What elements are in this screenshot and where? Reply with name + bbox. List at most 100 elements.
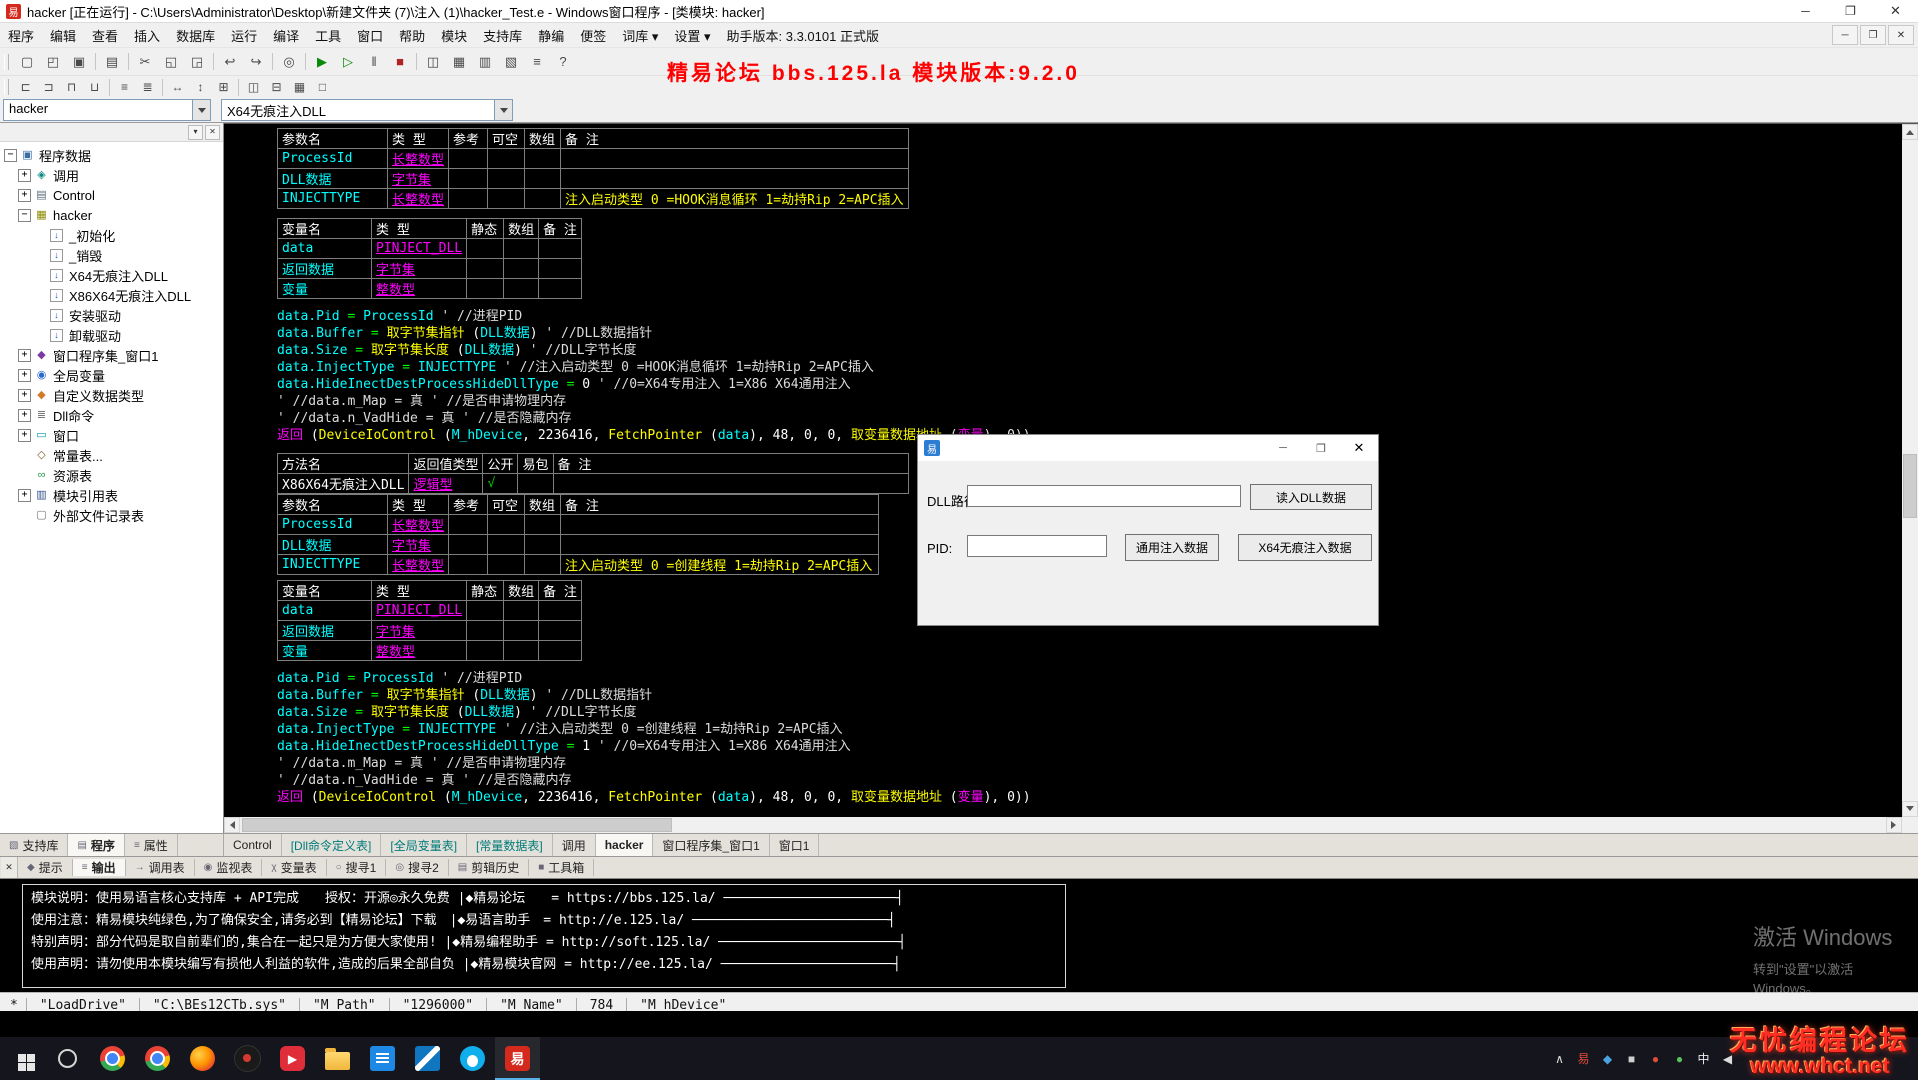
panel-tab-program[interactable]: ▤程序: [68, 834, 124, 856]
menu-item[interactable]: 程序: [0, 23, 42, 47]
vscode[interactable]: [405, 1037, 450, 1080]
menu-item[interactable]: 运行: [223, 23, 265, 47]
scroll-left-button[interactable]: [224, 817, 240, 833]
document-tab-diaoyong[interactable]: 调用: [553, 834, 596, 856]
maximize-button[interactable]: ❐: [1828, 0, 1873, 22]
expand-icon[interactable]: +: [18, 349, 31, 362]
redo-button[interactable]: ↪: [243, 50, 269, 73]
code-line[interactable]: ' //data.m_Map = 真 ' //是否申请物理内存: [277, 755, 1902, 772]
menu-item[interactable]: 查看: [84, 23, 126, 47]
find-button[interactable]: ◎: [276, 50, 302, 73]
code-line[interactable]: data.HideInectDestProcessHideDllType = 0…: [277, 376, 1902, 393]
bottom-tab-search1[interactable]: ○搜寻1: [327, 859, 387, 876]
center-horizontal-button[interactable]: ≡: [113, 77, 136, 97]
mdi-minimize-button[interactable]: ─: [1832, 25, 1858, 45]
code-line[interactable]: data.HideInectDestProcessHideDllType = 1…: [277, 738, 1902, 755]
dialog-minimize-button[interactable]: ─: [1264, 435, 1302, 461]
tray-app-red[interactable]: ●: [1647, 1052, 1664, 1066]
tree-item[interactable]: ↓X64无痕注入DLL: [0, 265, 223, 285]
tree-item[interactable]: +◈调用: [0, 165, 223, 185]
method-combo[interactable]: X64无痕注入DLL: [221, 99, 513, 121]
tray-app-blue[interactable]: ◆: [1599, 1052, 1616, 1066]
code-line[interactable]: data.Pid = ProcessId ' //进程PID: [277, 670, 1902, 687]
panel-close-button[interactable]: ✕: [205, 125, 220, 140]
code-line[interactable]: data.Size = 取字节集长度 (DLL数据) ' //DLL字节长度: [277, 342, 1902, 359]
same-height-button[interactable]: ↕: [189, 77, 212, 97]
qq[interactable]: [450, 1037, 495, 1080]
chrome-browser-2[interactable]: [135, 1037, 180, 1080]
bottom-tab-watch-table[interactable]: ◉监视表: [195, 859, 263, 876]
toolbar-grip[interactable]: [4, 79, 9, 95]
tree-item[interactable]: +◉全局变量: [0, 365, 223, 385]
dialog-maximize-button[interactable]: ❐: [1302, 435, 1340, 461]
expand-icon[interactable]: +: [18, 189, 31, 202]
mdi-close-button[interactable]: ✕: [1888, 25, 1914, 45]
run-button[interactable]: ▶: [309, 50, 335, 73]
x64-inject-button[interactable]: X64无痕注入数据: [1238, 534, 1372, 561]
bottom-tab-output[interactable]: ≡输出: [73, 859, 126, 876]
module-view-button[interactable]: ▧: [498, 50, 524, 73]
tree-item[interactable]: ▢外部文件记录表: [0, 505, 223, 525]
close-button[interactable]: ✕: [1873, 0, 1918, 22]
same-width-button[interactable]: ↔: [166, 77, 189, 97]
menu-item[interactable]: 窗口: [349, 23, 391, 47]
help-button[interactable]: ?: [550, 50, 576, 73]
volume[interactable]: ◀: [1719, 1052, 1736, 1066]
data-table-button[interactable]: ▥: [472, 50, 498, 73]
vertical-scrollbar[interactable]: [1902, 124, 1918, 817]
dialog-close-button[interactable]: ✕: [1340, 435, 1378, 461]
expand-icon[interactable]: +: [18, 389, 31, 402]
tree-item[interactable]: +▤Control: [0, 185, 223, 205]
code-line[interactable]: data.Pid = ProcessId ' //进程PID: [277, 308, 1902, 325]
document-tab-dll-commands[interactable]: [Dll命令定义表]: [282, 834, 382, 856]
search-button[interactable]: [45, 1037, 90, 1080]
menu-item[interactable]: 编辑: [42, 23, 84, 47]
tree-item[interactable]: ↓_初始化: [0, 225, 223, 245]
expand-icon[interactable]: +: [18, 489, 31, 502]
tree-item[interactable]: +◆自定义数据类型: [0, 385, 223, 405]
bring-front-button[interactable]: ◫: [242, 77, 265, 97]
dll-path-input[interactable]: [967, 485, 1241, 507]
tray-elang[interactable]: 易: [1575, 1050, 1592, 1067]
document-tab-winset-window1[interactable]: 窗口程序集_窗口1: [653, 834, 769, 856]
bottom-tab-toolbox[interactable]: ■工具箱: [529, 859, 594, 876]
stop-button[interactable]: ■: [387, 50, 413, 73]
expand-icon[interactable]: +: [18, 429, 31, 442]
list-view-button[interactable]: ≡: [524, 50, 550, 73]
code-line[interactable]: 返回 (DeviceIoControl (M_hDevice, 2236416,…: [277, 789, 1902, 806]
tree-item[interactable]: +▭窗口: [0, 425, 223, 445]
tree-item[interactable]: ↓X86X64无痕注入DLL: [0, 285, 223, 305]
expand-icon[interactable]: +: [18, 169, 31, 182]
vertical-scroll-thumb[interactable]: [1903, 454, 1917, 518]
menu-item[interactable]: 助手版本: 3.3.0101 正式版: [719, 23, 887, 47]
grid-toggle-button[interactable]: ▦: [288, 77, 311, 97]
align-left-button[interactable]: ⊏: [14, 77, 37, 97]
document-tab-global-vars[interactable]: [全局变量表]: [381, 834, 467, 856]
tree-item[interactable]: ↓卸载驱动: [0, 325, 223, 345]
code-grid-button[interactable]: ▦: [446, 50, 472, 73]
dialog-title-bar[interactable]: 易 ─ ❐ ✕: [918, 435, 1378, 461]
scroll-up-button[interactable]: [1902, 124, 1918, 140]
bottom-tab-hints[interactable]: ◆提示: [18, 859, 73, 876]
menu-item[interactable]: 词库 ▾: [614, 23, 666, 47]
document-tab-hacker[interactable]: hacker: [596, 834, 654, 856]
menu-item[interactable]: 工具: [307, 23, 349, 47]
toolbar-grip[interactable]: [4, 54, 9, 70]
collapse-icon[interactable]: −: [18, 209, 31, 222]
undo-button[interactable]: ↩: [217, 50, 243, 73]
file-explorer[interactable]: [315, 1037, 360, 1080]
chrome-browser-1[interactable]: [90, 1037, 135, 1080]
media-player[interactable]: ▶: [270, 1037, 315, 1080]
menu-item[interactable]: 静编: [530, 23, 572, 47]
send-back-button[interactable]: ⊟: [265, 77, 288, 97]
tree-item[interactable]: ↓安装驱动: [0, 305, 223, 325]
document-tab-constants[interactable]: [常量数据表]: [467, 834, 553, 856]
code-line[interactable]: ' //data.n_VadHide = 真 ' //是否隐藏内存: [277, 410, 1902, 427]
blue-doc-app[interactable]: [360, 1037, 405, 1080]
tree-item[interactable]: ◇常量表...: [0, 445, 223, 465]
elang-ide[interactable]: 易: [495, 1037, 540, 1080]
menu-item[interactable]: 插入: [126, 23, 168, 47]
code-line[interactable]: ' //data.n_VadHide = 真 ' //是否隐藏内存: [277, 772, 1902, 789]
tray-app-green[interactable]: ●: [1671, 1052, 1688, 1066]
menu-item[interactable]: 帮助: [391, 23, 433, 47]
